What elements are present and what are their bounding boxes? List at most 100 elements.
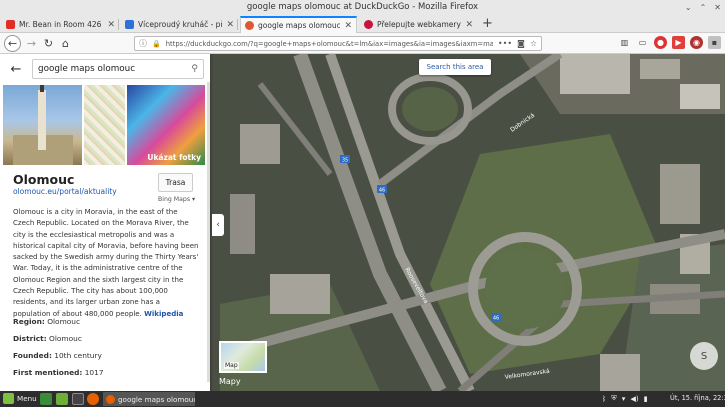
directions-button[interactable]: Trasa (158, 173, 193, 192)
page-content: 35 46 46 Rooseveltova Velkomoravská Dobn… (0, 54, 725, 391)
new-tab-button[interactable]: + (482, 15, 493, 32)
bookmark-star-icon[interactable]: ☆ (530, 39, 537, 48)
forward-button[interactable]: → (23, 35, 40, 52)
show-desktop-icon[interactable] (40, 393, 52, 405)
clock[interactable]: Út, 15. října, 22:38 (670, 394, 725, 402)
map-source-dropdown[interactable]: Bing Maps ▾ (158, 196, 195, 203)
description-text: Olomouc is a city in Moravia, in the eas… (13, 207, 199, 318)
system-tray: ᛒ ⛨ ▾ ◀) ▮ (602, 393, 648, 403)
place-description: Olomouc is a city in Moravia, in the eas… (13, 206, 199, 319)
taskbar: Menu google maps olomouc ... ᛒ ⛨ ▾ ◀) ▮ … (0, 391, 725, 407)
fact-label: First mentioned: (13, 368, 83, 377)
fact-row: Region: Olomouc (13, 317, 203, 334)
arrow-left-icon: ← (10, 61, 22, 77)
firefox-icon (106, 394, 115, 404)
sidebar-icon[interactable]: ▭ (636, 36, 649, 49)
back-to-results-button[interactable]: ← (0, 62, 32, 77)
panel-scrollbar[interactable] (207, 82, 210, 382)
fact-value: Olomouc (47, 317, 81, 326)
search-this-area-button[interactable]: Search this area (419, 59, 491, 75)
info-icon[interactable]: ⓘ (139, 38, 147, 49)
fact-label: District: (13, 334, 47, 343)
reload-icon: ↻ (43, 37, 54, 50)
close-tab-icon[interactable]: ✕ (226, 20, 234, 30)
fact-row: District: Olomouc (13, 334, 203, 351)
map-search-input[interactable]: google maps olomouc ⚲ (32, 59, 204, 79)
firefox-icon[interactable] (87, 393, 99, 405)
arrow-right-icon: → (26, 37, 37, 50)
menu-label: Menu (17, 394, 37, 403)
window-title: google maps olomouc at DuckDuckGo - Mozi… (246, 2, 479, 12)
photo-town-hall[interactable] (3, 85, 83, 165)
map-type-toggle[interactable]: Map (219, 341, 267, 373)
search-query[interactable]: google maps olomouc (38, 64, 191, 74)
photo-strip[interactable]: Ukázat fotky (3, 85, 205, 165)
network-icon[interactable]: ▾ (622, 394, 626, 403)
tab-kruhac[interactable]: Víceproudý kruháč - přednost ✕ (121, 16, 238, 33)
fact-label: Region: (13, 317, 45, 326)
close-window-icon[interactable]: ✕ (714, 0, 721, 15)
library-icon[interactable]: ▥ (618, 36, 631, 49)
lock-icon[interactable]: 🔒 (152, 40, 161, 48)
show-photos-link[interactable]: Ukázat fotky (147, 153, 201, 162)
tab-label: Přelepujte webkamery na pc (377, 20, 461, 29)
tab-webkamery[interactable]: Přelepujte webkamery na pc ✕ (360, 16, 477, 33)
minimize-icon[interactable]: ⌄ (685, 0, 692, 15)
reload-button[interactable]: ↻ (40, 35, 57, 52)
window-titlebar: google maps olomouc at DuckDuckGo - Mozi… (0, 0, 725, 15)
taskbar-window-label: google maps olomouc ... (118, 394, 195, 404)
tab-duckduckgo[interactable]: google maps olomouc at Duck ✕ (240, 16, 357, 33)
search-icon[interactable]: ⚲ (191, 64, 198, 74)
home-icon: ⌂ (62, 37, 69, 50)
bluetooth-icon[interactable]: ᛒ (602, 394, 606, 403)
pocket-icon[interactable]: ◙ (517, 39, 525, 48)
url-text[interactable]: https://duckduckgo.com/?q=google+maps+ol… (166, 40, 493, 48)
adblock-icon[interactable]: ● (654, 36, 667, 49)
photo-city-map[interactable] (84, 85, 125, 165)
page-actions-button[interactable]: ••• (498, 39, 512, 48)
place-info-panel: ← google maps olomouc ⚲ Ukázat fotky Olo… (0, 54, 210, 391)
battery-icon[interactable]: ▮ (644, 394, 648, 403)
close-tab-icon[interactable]: ✕ (344, 21, 352, 31)
collapse-panel-button[interactable]: ‹ (212, 214, 224, 236)
place-website-link[interactable]: olomouc.eu/portal/aktuality (13, 187, 117, 196)
compass-label: S (700, 350, 708, 362)
compass-button[interactable]: S (690, 342, 718, 370)
minimap-label: Map (224, 362, 239, 369)
tab-label: Mr. Bean in Room 426 | Ep (19, 20, 103, 29)
fact-value: Olomouc (49, 334, 82, 343)
home-button[interactable]: ⌂ (57, 35, 74, 52)
photo-colorful[interactable]: Ukázat fotky (126, 85, 205, 165)
extension-icon[interactable]: ▶ (672, 36, 685, 49)
map-attribution: Mapy (219, 377, 241, 386)
tab-bar: Mr. Bean in Room 426 | Ep ✕ Víceproudý k… (0, 15, 725, 33)
taskbar-window-firefox[interactable]: google maps olomouc ... (103, 392, 195, 406)
extension2-icon[interactable]: ◉ (690, 36, 703, 49)
fact-value: 10th century (54, 351, 102, 360)
tab-youtube[interactable]: Mr. Bean in Room 426 | Ep ✕ (2, 16, 119, 33)
place-facts: Region: Olomouc District: Olomouc Founde… (13, 317, 203, 385)
road-label: 35 (342, 158, 348, 164)
site-icon (364, 20, 373, 29)
youtube-icon (6, 20, 15, 29)
close-tab-icon[interactable]: ✕ (107, 20, 115, 30)
back-button[interactable]: ← (4, 35, 21, 52)
start-menu-button[interactable]: Menu (3, 393, 37, 404)
files-icon[interactable] (56, 393, 68, 405)
url-bar[interactable]: ⓘ 🔒 https://duckduckgo.com/?q=google+map… (134, 36, 542, 51)
close-tab-icon[interactable]: ✕ (465, 20, 473, 30)
tab-label: google maps olomouc at Duck (258, 21, 341, 30)
tab-label: Víceproudý kruháč - přednost (138, 20, 223, 29)
fact-row: Founded: 10th century (13, 351, 203, 368)
shield-icon[interactable]: ⛨ (611, 393, 616, 403)
mint-logo-icon (3, 393, 14, 404)
maximize-icon[interactable]: ⌃ (700, 0, 707, 15)
volume-icon[interactable]: ◀) (630, 394, 638, 403)
checkbox-icon (125, 20, 134, 29)
extension3-icon[interactable]: ▪ (708, 36, 721, 49)
fact-value: 1017 (84, 368, 104, 377)
terminal-icon[interactable] (72, 393, 84, 405)
road-label: 46 (493, 316, 499, 322)
chevron-left-icon: ‹ (216, 220, 220, 230)
arrow-left-icon: ← (7, 37, 18, 50)
